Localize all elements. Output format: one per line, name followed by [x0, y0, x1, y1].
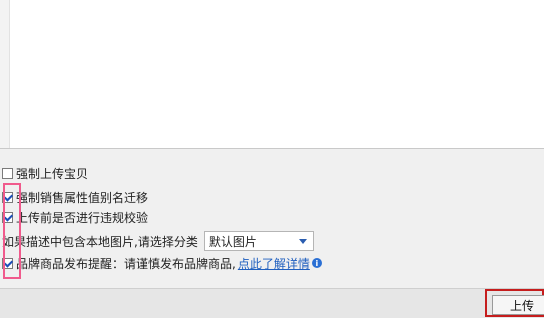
left-scroll-strip [0, 0, 10, 148]
upload-button[interactable]: 上传 [492, 295, 544, 315]
chevron-down-icon [298, 239, 307, 244]
violation-check-label: 上传前是否进行违规校验 [16, 210, 149, 225]
brand-reminder-checkbox[interactable] [2, 257, 13, 269]
image-category-select[interactable]: 默认图片 [203, 231, 314, 251]
image-category-row: 如果 描述中包含本地图片,请选择分类 默认图片 [0, 231, 314, 251]
force-upload-label: 强制上传宝贝 [16, 166, 89, 181]
footer-bar [0, 288, 544, 318]
preview-area [0, 0, 544, 148]
brand-reminder-row[interactable]: 品牌商品发布提醒：请谨慎发布品牌商品, 点此了解详情 i [0, 253, 322, 273]
alias-migration-row[interactable]: 强制销售属性值别名迁移 [0, 187, 148, 207]
info-icon[interactable]: i [311, 258, 322, 268]
alias-migration-label: 强制销售属性值别名迁移 [16, 190, 149, 205]
brand-reminder-label: 品牌商品发布提醒：请谨慎发布品牌商品, [16, 256, 236, 271]
force-upload-checkbox[interactable] [2, 167, 13, 179]
local-image-label: 描述中包含本地图片,请选择分类 [26, 234, 198, 249]
violation-check-row[interactable]: 上传前是否进行违规校验 [0, 207, 148, 227]
force-upload-row[interactable]: 强制上传宝贝 [0, 163, 88, 183]
violation-check-checkbox[interactable] [2, 211, 13, 223]
alias-migration-checkbox[interactable] [2, 191, 13, 203]
annotation-highlight-red: 上传 [485, 289, 544, 317]
local-image-prefix: 如果 [2, 234, 27, 249]
brand-details-link[interactable]: 点此了解详情 [238, 255, 310, 272]
image-category-value: 默认图片 [208, 234, 257, 249]
